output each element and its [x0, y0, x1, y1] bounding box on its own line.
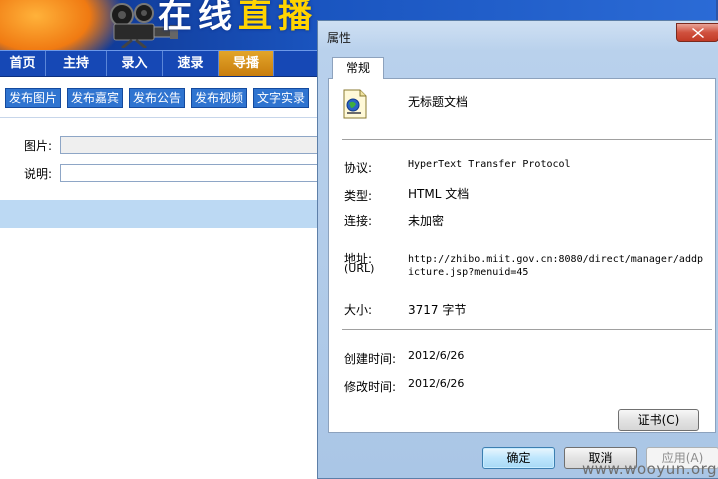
nav-item-director[interactable]: 导播 [219, 51, 274, 76]
publish-video-button[interactable]: 发布视频 [191, 88, 248, 108]
watermark-text: www.wooyun.org [582, 460, 718, 478]
publish-image-button[interactable]: 发布图片 [5, 88, 62, 108]
description-field[interactable] [60, 164, 330, 182]
banner-title: 在线直播 [158, 0, 318, 37]
general-panel: 无标题文档 协议: HyperText Transfer Protocol 类型… [328, 78, 716, 433]
connection-value: 未加密 [408, 214, 445, 228]
form-footer-strip [0, 200, 330, 228]
divider [342, 329, 712, 330]
ok-button[interactable]: 确定 [482, 447, 555, 469]
nav-item-stenography[interactable]: 速录 [163, 51, 219, 76]
modified-value: 2012/6/26 [408, 377, 465, 390]
created-label: 创建时间: [344, 352, 397, 366]
modified-label: 修改时间: [344, 380, 397, 394]
address-label-url: (URL) [344, 262, 375, 275]
file-name: 无标题文档 [408, 95, 469, 109]
html-document-icon [343, 89, 367, 119]
publish-notice-button[interactable]: 发布公告 [129, 88, 186, 108]
main-nav: 首页 主持 录入 速录 导播 [0, 50, 330, 77]
type-value: HTML 文档 [408, 187, 470, 201]
connection-label: 连接: [344, 214, 373, 228]
dialog-title: 属性 [327, 31, 352, 45]
description-field-label: 说明: [24, 167, 53, 181]
banner-title-part1: 在线 [158, 0, 238, 36]
size-value: 3717 字节 [408, 303, 467, 317]
tab-general[interactable]: 常规 [332, 57, 384, 79]
publish-guest-button[interactable]: 发布嘉宾 [67, 88, 124, 108]
nav-item-host[interactable]: 主持 [46, 51, 107, 76]
text-record-button[interactable]: 文字实录 [253, 88, 310, 108]
address-value: http://zhibo.miit.gov.cn:8080/direct/man… [408, 254, 704, 278]
nav-item-input[interactable]: 录入 [107, 51, 163, 76]
size-label: 大小: [344, 303, 373, 317]
banner-title-part2: 直播 [238, 0, 318, 36]
sub-toolbar: 发布图片 发布嘉宾 发布公告 发布视频 文字实录 [0, 77, 330, 117]
upload-form: 图片: 说明: [0, 117, 330, 201]
close-icon [692, 28, 704, 38]
type-label: 类型: [344, 189, 373, 203]
image-field-label: 图片: [24, 139, 53, 153]
divider [342, 139, 712, 140]
nav-item-home[interactable]: 首页 [0, 51, 46, 76]
certificate-button[interactable]: 证书(C) [618, 409, 699, 431]
close-button[interactable] [676, 23, 718, 42]
protocol-label: 协议: [344, 161, 373, 175]
created-value: 2012/6/26 [408, 349, 465, 362]
image-field[interactable] [60, 136, 330, 154]
protocol-value: HyperText Transfer Protocol [408, 159, 571, 170]
properties-dialog: 属性 常规 无标题文档 协议: HyperText Transfer Proto… [317, 20, 718, 479]
